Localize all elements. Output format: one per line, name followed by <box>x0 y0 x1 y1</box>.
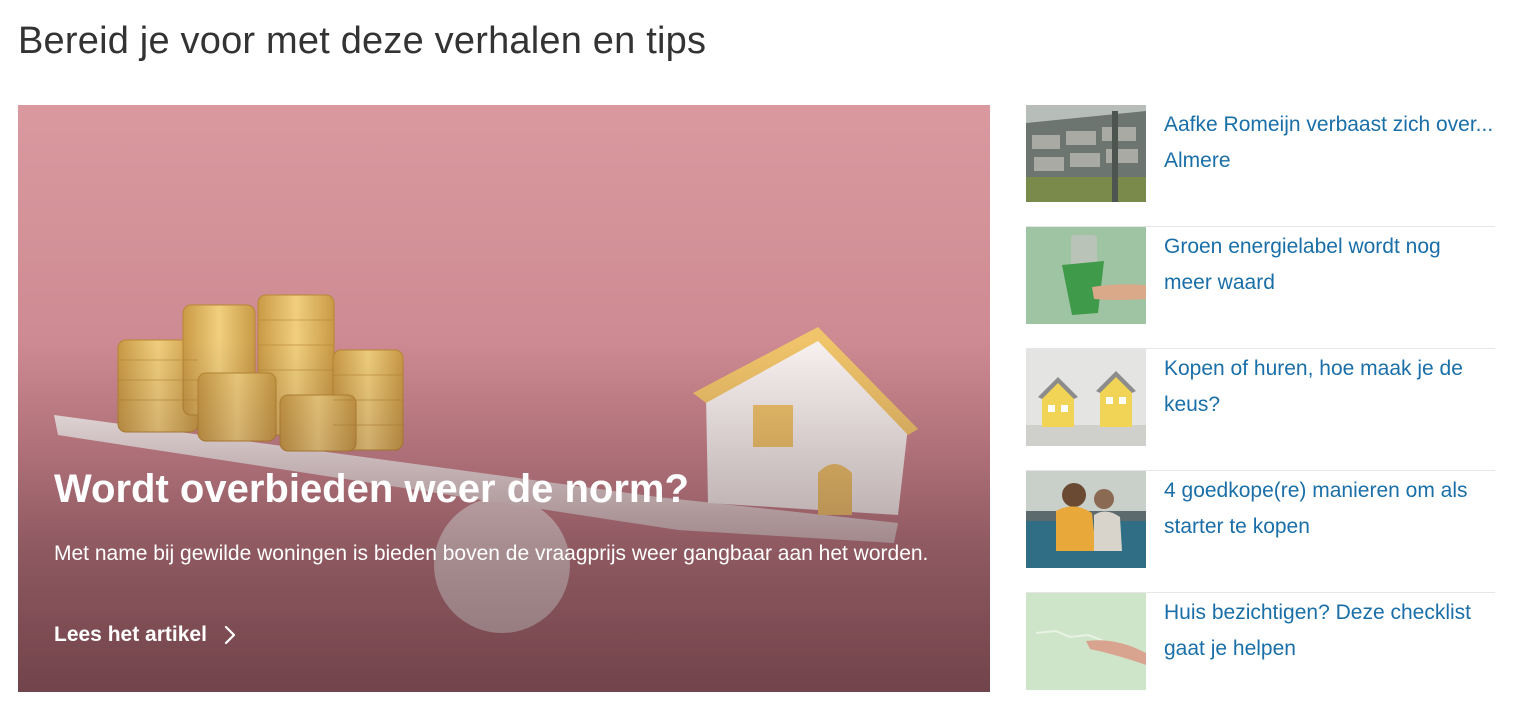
related-article-item[interactable]: Groen energielabel wordt nog meer waard <box>1026 227 1495 349</box>
read-article-link[interactable]: Lees het artikel <box>54 623 237 647</box>
chevron-right-icon <box>224 625 236 645</box>
related-article-title: Aafke Romeijn verbaast zich over... Alme… <box>1164 113 1494 172</box>
featured-article-card[interactable]: Wordt overbieden weer de norm? Met name … <box>18 105 990 692</box>
related-article-item[interactable]: Aafke Romeijn verbaast zich over... Alme… <box>1026 105 1495 227</box>
related-article-title: Huis bezichtigen? Deze checklist gaat je… <box>1164 601 1471 660</box>
related-article-item[interactable]: 4 goedkope(re) manieren om als starter t… <box>1026 471 1495 593</box>
related-article-title: Groen energielabel wordt nog meer waard <box>1164 235 1441 294</box>
related-article-item[interactable]: Huis bezichtigen? Deze checklist gaat je… <box>1026 593 1495 715</box>
two-model-houses-image <box>1026 349 1146 446</box>
section-title: Bereid je voor met deze verhalen en tips <box>18 20 707 62</box>
featured-description: Met name bij gewilde woningen is bieden … <box>54 542 929 565</box>
related-article-title: Kopen of huren, hoe maak je de keus? <box>1164 357 1463 416</box>
finger-wall-crack-image <box>1026 593 1146 690</box>
related-article-title: 4 goedkope(re) manieren om als starter t… <box>1164 479 1468 538</box>
related-article-item[interactable]: Kopen of huren, hoe maak je de keus? <box>1026 349 1495 471</box>
aerial-neighborhood-image <box>1026 105 1146 202</box>
featured-title[interactable]: Wordt overbieden weer de norm? <box>54 467 689 512</box>
green-cup-money-image <box>1026 227 1146 324</box>
featured-overlay <box>18 105 990 692</box>
people-on-couch-image <box>1026 471 1146 568</box>
read-article-label: Lees het artikel <box>54 623 207 646</box>
related-articles-list: Aafke Romeijn verbaast zich over... Alme… <box>1026 105 1495 715</box>
